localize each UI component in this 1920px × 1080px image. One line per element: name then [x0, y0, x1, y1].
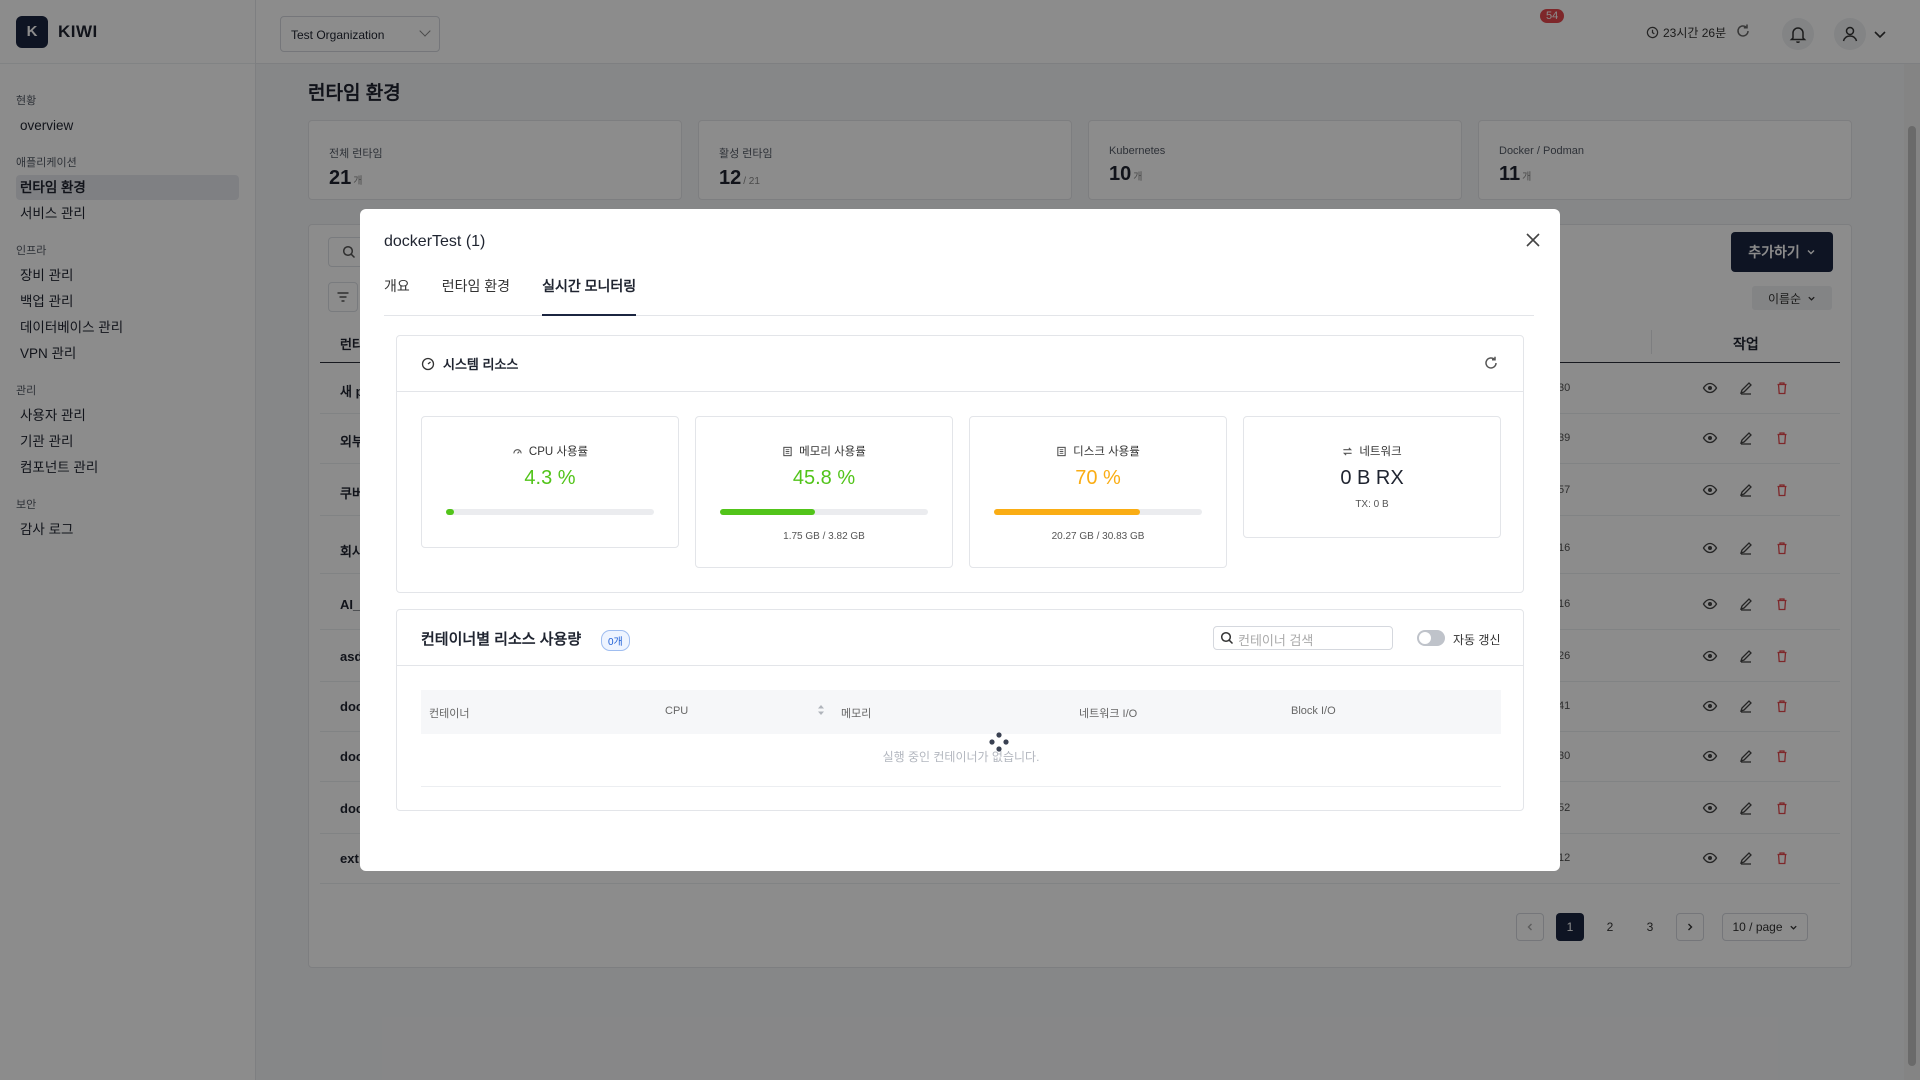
modal-title: dockerTest (1): [384, 233, 486, 250]
progress-track: [720, 509, 928, 515]
metric-value: 70 %: [1075, 467, 1121, 489]
tab-overview[interactable]: 개요: [384, 274, 410, 316]
tab-realtime-monitoring[interactable]: 실시간 모니터링: [542, 274, 637, 316]
metric-label-text: CPU 사용률: [528, 446, 589, 458]
system-resources-title: 시스템 리소스: [443, 357, 519, 372]
column-header-container[interactable]: 컨테이너: [429, 705, 469, 721]
toggle-knob: [1419, 632, 1431, 644]
container-resources-header: 컨테이너별 리소스 사용량 0개 컨테이너 검색 자동 갱신: [397, 610, 1523, 666]
auto-refresh-label: 자동 갱신: [1453, 633, 1501, 647]
cpu-icon: [513, 448, 522, 454]
column-header-block-io[interactable]: Block I/O: [1291, 705, 1336, 717]
metric-label: 네트워크: [1244, 443, 1500, 459]
metric-label: CPU 사용률: [422, 443, 678, 459]
container-search-placeholder: 컨테이너 검색: [1238, 633, 1314, 648]
container-resources-title: 컨테이너별 리소스 사용량: [421, 631, 582, 648]
metric-subtext: 1.75 GB / 3.82 GB: [783, 531, 865, 542]
search-icon: [1220, 631, 1234, 645]
metric-value: 0 B RX: [1340, 467, 1404, 489]
metric-value: 4.3 %: [524, 467, 576, 489]
metric-memory: 메모리 사용률 45.8 % 1.75 GB / 3.82 GB: [695, 416, 953, 568]
column-header-cpu[interactable]: CPU: [665, 705, 688, 717]
runtime-detail-modal: dockerTest (1) 개요 런타임 환경 실시간 모니터링 시스템 리소…: [360, 209, 1560, 871]
table-divider: [421, 786, 1501, 787]
gauge-icon: [421, 357, 435, 370]
close-icon[interactable]: [1522, 229, 1544, 251]
container-search-input[interactable]: 컨테이너 검색: [1213, 626, 1393, 650]
column-header-network-io[interactable]: 네트워크 I/O: [1079, 705, 1137, 721]
progress-fill: [720, 509, 816, 515]
refresh-icon[interactable]: [1483, 355, 1499, 371]
metric-label-text: 디스크 사용률: [1073, 446, 1140, 458]
container-resources-panel: 컨테이너별 리소스 사용량 0개 컨테이너 검색 자동 갱신 컨테이너 CPU …: [396, 609, 1524, 811]
metric-subtext: 20.27 GB / 30.83 GB: [1051, 531, 1145, 542]
metric-label-text: 네트워크: [1359, 446, 1402, 458]
metric-cpu: CPU 사용률 4.3 %: [421, 416, 679, 548]
empty-state-message: 실행 중인 컨테이너가 없습니다.: [882, 750, 1040, 764]
metric-disk: 디스크 사용률 70 % 20.27 GB / 30.83 GB: [969, 416, 1227, 568]
progress-fill: [446, 509, 454, 515]
memory-icon: [783, 446, 792, 456]
metric-label-text: 메모리 사용률: [799, 446, 866, 458]
auto-refresh-toggle[interactable]: [1417, 630, 1445, 646]
system-resources-panel: 시스템 리소스 CPU 사용률 4.3 % 메모리 사용률 45.8 % 1.7…: [396, 335, 1524, 593]
progress-track: [994, 509, 1202, 515]
progress-fill: [994, 509, 1140, 515]
container-table-header: 컨테이너 CPU 메모리 네트워크 I/O Block I/O: [421, 690, 1501, 734]
progress-track: [446, 509, 654, 515]
system-resources-header: 시스템 리소스: [397, 336, 1523, 392]
metric-value: 45.8 %: [792, 467, 856, 489]
metric-label: 메모리 사용률: [696, 443, 952, 459]
modal-tabs: 개요 런타임 환경 실시간 모니터링: [384, 274, 1534, 316]
tab-runtime[interactable]: 런타임 환경: [442, 274, 510, 316]
swap-arrows-icon: [1343, 446, 1353, 456]
metric-network: 네트워크 0 B RX TX: 0 B: [1243, 416, 1501, 538]
sort-icon[interactable]: [817, 703, 825, 717]
disk-icon: [1057, 446, 1066, 456]
column-header-memory[interactable]: 메모리: [841, 705, 871, 721]
metric-label: 디스크 사용률: [970, 443, 1226, 459]
container-count-badge: 0개: [601, 630, 630, 651]
metric-subtext: TX: 0 B: [1355, 499, 1389, 510]
